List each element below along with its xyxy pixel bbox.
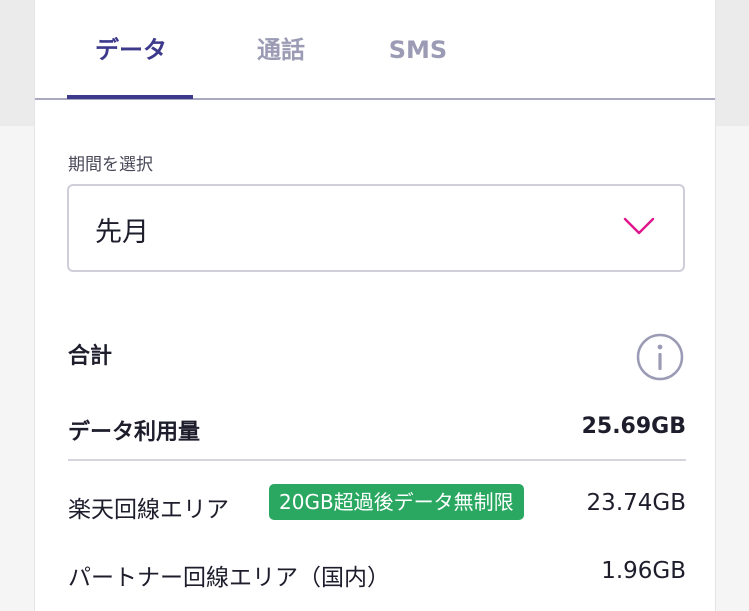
summary-divider — [68, 459, 686, 461]
partner-area-label: パートナー回線エリア（国内） — [68, 565, 390, 591]
usage-card: データ 通話 SMS 期間を選択 先月 合計 データ利用量 25.69GB 楽天… — [34, 0, 716, 611]
tab-sms[interactable]: SMS — [373, 30, 463, 70]
rakuten-area-label: 楽天回線エリア — [68, 497, 229, 523]
period-select-value: 先月 — [95, 217, 149, 248]
active-tab-indicator — [67, 95, 193, 99]
partner-area-row: パートナー回線エリア（国内） 1.96GB — [68, 552, 686, 592]
summary-title: 合計 — [68, 344, 113, 369]
rakuten-area-value: 23.74GB — [586, 490, 686, 516]
tab-data[interactable]: データ — [69, 30, 193, 70]
tab-call[interactable]: 通話 — [231, 30, 331, 70]
chevron-down-icon — [623, 217, 655, 235]
info-icon[interactable] — [636, 333, 684, 381]
period-select[interactable]: 先月 — [67, 184, 685, 272]
data-usage-row: データ利用量 25.69GB — [68, 408, 686, 448]
unlimited-badge: 20GB超過後データ無制限 — [269, 484, 524, 520]
data-usage-label: データ利用量 — [68, 420, 201, 445]
usage-tabs: データ 通話 SMS — [35, 0, 715, 100]
data-usage-value: 25.69GB — [581, 414, 686, 439]
partner-area-value: 1.96GB — [601, 558, 686, 584]
period-label: 期間を選択 — [68, 155, 153, 175]
